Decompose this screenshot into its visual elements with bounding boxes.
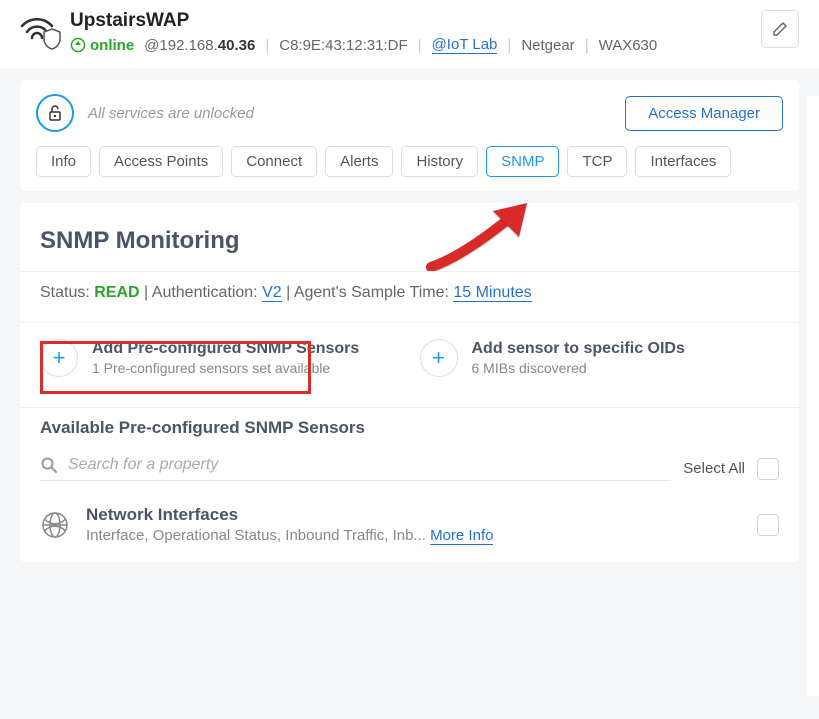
plus-icon: + (40, 339, 78, 377)
device-vendor: Netgear (521, 37, 574, 54)
tab-bar: Info Access Points Connect Alerts Histor… (36, 146, 783, 177)
lock-status-text: All services are unlocked (88, 105, 254, 122)
tab-interfaces[interactable]: Interfaces (635, 146, 731, 177)
add-oid-card[interactable]: + Add sensor to specific OIDs 6 MIBs dis… (416, 333, 784, 383)
right-panel-edge (807, 96, 819, 696)
access-manager-button[interactable]: Access Manager (625, 96, 783, 131)
snmp-panel: SNMP Monitoring Status: READ | Authentic… (20, 203, 799, 562)
pencil-icon (772, 21, 788, 37)
device-model: WAX630 (599, 37, 658, 54)
device-mac: C8:9E:43:12:31:DF (279, 37, 407, 54)
status-dot-icon (70, 37, 86, 53)
sensor-row-network-interfaces: Network Interfaces Interface, Operationa… (20, 487, 799, 562)
search-wrap (40, 456, 671, 481)
snmp-sample-link[interactable]: 15 Minutes (453, 284, 531, 302)
services-panel: All services are unlocked Access Manager… (20, 80, 799, 191)
add-preconfigured-card[interactable]: + Add Pre-configured SNMP Sensors 1 Pre-… (36, 333, 404, 383)
tab-info[interactable]: Info (36, 146, 91, 177)
tab-snmp[interactable]: SNMP (486, 146, 559, 177)
snmp-auth-link[interactable]: V2 (262, 284, 282, 302)
tab-alerts[interactable]: Alerts (325, 146, 393, 177)
search-row: Select All (20, 448, 799, 487)
select-all-label: Select All (683, 460, 745, 477)
tab-tcp[interactable]: TCP (567, 146, 627, 177)
sensor-desc: Interface, Operational Status, Inbound T… (86, 527, 741, 544)
add-oid-title: Add sensor to specific OIDs (472, 340, 685, 358)
add-oid-sub: 6 MIBs discovered (472, 360, 685, 376)
shield-icon (42, 28, 62, 50)
sensor-checkbox[interactable] (757, 514, 779, 536)
snmp-title: SNMP Monitoring (20, 203, 799, 265)
snmp-status-value: READ (94, 284, 139, 301)
edit-button[interactable] (761, 10, 799, 48)
more-info-link[interactable]: More Info (430, 527, 493, 545)
search-icon (40, 456, 58, 474)
available-sensors-title: Available Pre-configured SNMP Sensors (20, 408, 799, 448)
sensor-name: Network Interfaces (86, 505, 741, 525)
tab-connect[interactable]: Connect (231, 146, 317, 177)
select-all-checkbox[interactable] (757, 458, 779, 480)
device-location-link[interactable]: @IoT Lab (432, 36, 498, 54)
search-input[interactable] (68, 456, 671, 474)
device-meta: online @192.168.40.36 | C8:9E:43:12:31:D… (70, 36, 761, 54)
snmp-status-line: Status: READ | Authentication: V2 | Agen… (20, 272, 799, 316)
device-type-icon (20, 16, 56, 42)
device-name: UpstairsWAP (70, 10, 761, 32)
online-status: online (70, 37, 134, 54)
add-pre-title: Add Pre-configured SNMP Sensors (92, 340, 359, 358)
add-pre-sub: 1 Pre-configured sensors set available (92, 360, 359, 376)
tab-access-points[interactable]: Access Points (99, 146, 223, 177)
unlock-badge (36, 94, 74, 132)
unlock-icon (47, 104, 63, 122)
add-sensors-row: + Add Pre-configured SNMP Sensors 1 Pre-… (20, 323, 799, 401)
lock-row: All services are unlocked Access Manager (36, 94, 783, 132)
header-info: UpstairsWAP online @192.168.40.36 | C8:9… (70, 10, 761, 54)
plus-icon: + (420, 339, 458, 377)
device-header: UpstairsWAP online @192.168.40.36 | C8:9… (0, 0, 819, 68)
tab-history[interactable]: History (401, 146, 478, 177)
content-area: All services are unlocked Access Manager… (0, 68, 819, 574)
globe-icon (40, 510, 70, 540)
device-ip: @192.168.40.36 (144, 37, 255, 54)
